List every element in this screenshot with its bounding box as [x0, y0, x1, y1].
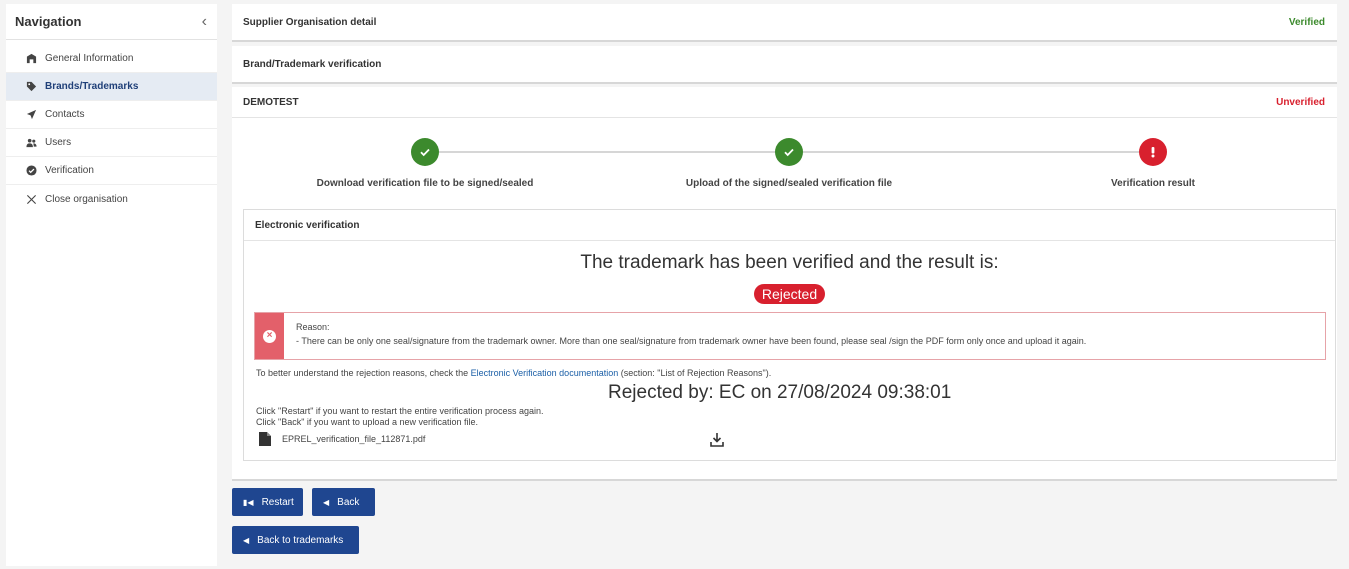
brand-trademark-verification-panel[interactable]: Brand/Trademark verification	[232, 46, 1337, 84]
rejected-by-text: Rejected by: EC on 27/08/2024 09:38:01	[608, 382, 952, 403]
reason-text: - There can be only one seal/signature f…	[296, 336, 1087, 346]
back-label: Back	[337, 496, 360, 508]
panel-header[interactable]: DEMOTEST Unverified	[232, 87, 1337, 118]
help-suffix: (section: "List of Rejection Reasons").	[618, 368, 772, 378]
panel-header[interactable]: Supplier Organisation detail Verified	[232, 4, 1337, 40]
card-title: Electronic verification	[244, 210, 1335, 241]
step-label: Verification result	[1111, 178, 1195, 189]
caret-left-icon: ◀	[323, 497, 330, 507]
result-heading: The trademark has been verified and the …	[580, 252, 999, 273]
sidebar-item-close-organisation[interactable]: Close organisation	[6, 185, 217, 213]
chevron-left-icon[interactable]: ‹	[202, 13, 207, 31]
help-prefix: To better understand the rejection reaso…	[256, 368, 471, 378]
sidebar-item-label: Verification	[45, 165, 94, 176]
error-circle-icon: ×	[263, 329, 276, 343]
documentation-link[interactable]: Electronic Verification documentation	[471, 368, 619, 378]
back-hint: Click "Back" if you want to upload a new…	[256, 417, 478, 427]
reason-title: Reason:	[296, 322, 330, 332]
result-badge-wrap: Rejected	[244, 284, 1335, 304]
panel-title: Brand/Trademark verification	[243, 58, 382, 70]
sidebar-item-users[interactable]: Users	[6, 129, 217, 157]
back-to-trademarks-label: Back to trademarks	[257, 534, 344, 546]
rejection-reason-alert: × Reason: - There can be only one seal/s…	[254, 312, 1326, 360]
tag-icon	[26, 81, 37, 92]
close-icon	[26, 194, 37, 205]
help-text: To better understand the rejection reaso…	[256, 368, 771, 378]
sidebar-item-label: Users	[45, 137, 72, 148]
skip-back-icon: ▮◀	[243, 497, 254, 507]
restart-button[interactable]: ▮◀ Restart	[232, 488, 303, 516]
panel-title: Supplier Organisation detail	[243, 16, 377, 28]
alert-bar: ×	[255, 313, 284, 359]
sidebar-item-label: General Information	[45, 53, 134, 64]
restart-hint: Click "Restart" if you want to restart t…	[256, 406, 544, 416]
check-circle-icon	[26, 165, 37, 176]
file-icon	[259, 432, 271, 446]
step-connector	[803, 151, 1153, 153]
back-button[interactable]: ◀ Back	[312, 488, 375, 516]
demotest-panel: DEMOTEST Unverified Download verificatio…	[232, 87, 1337, 481]
nav-header: Navigation ‹	[6, 4, 217, 40]
sidebar-item-label: Contacts	[45, 109, 85, 120]
nav-title: Navigation	[15, 14, 82, 29]
sidebar-item-verification[interactable]: Verification	[6, 157, 217, 185]
file-name: EPREL_verification_file_112871.pdf	[282, 434, 426, 444]
rejected-badge: Rejected	[753, 284, 826, 304]
electronic-verification-card: Electronic verification The trademark ha…	[243, 209, 1336, 461]
paper-plane-icon	[26, 109, 37, 120]
step-label: Download verification file to be signed/…	[316, 178, 534, 189]
panel-header[interactable]: Brand/Trademark verification	[232, 46, 1337, 82]
supplier-organisation-panel[interactable]: Supplier Organisation detail Verified	[232, 4, 1337, 42]
step-done-check-icon	[775, 138, 803, 166]
step-error-exclamation-icon	[1139, 138, 1167, 166]
verification-stepper: Download verification file to be signed/…	[232, 118, 1337, 198]
caret-left-icon: ◀	[243, 535, 250, 545]
step-connector	[439, 151, 789, 153]
step-done-check-icon	[411, 138, 439, 166]
back-to-trademarks-button[interactable]: ◀ Back to trademarks	[232, 526, 359, 554]
status-badge-verified: Verified	[1288, 16, 1325, 28]
sidebar-item-general-information[interactable]: General Information	[6, 45, 217, 73]
verification-file-row: EPREL_verification_file_112871.pdf	[259, 432, 425, 446]
building-icon	[26, 53, 37, 64]
download-icon[interactable]	[709, 432, 725, 448]
status-badge-unverified: Unverified	[1276, 96, 1325, 108]
nav-list: General Information Brands/Trademarks Co…	[6, 45, 217, 213]
restart-label: Restart	[261, 496, 294, 508]
sidebar-item-label: Brands/Trademarks	[45, 81, 139, 92]
panel-title: DEMOTEST	[243, 96, 299, 108]
sidebar-item-contacts[interactable]: Contacts	[6, 101, 217, 129]
users-icon	[26, 137, 37, 148]
sidebar: Navigation ‹ General Information Brands/…	[6, 4, 217, 566]
main-content: Supplier Organisation detail Verified Br…	[221, 0, 1349, 569]
step-label: Upload of the signed/sealed verification…	[685, 178, 893, 189]
sidebar-item-label: Close organisation	[45, 193, 128, 205]
sidebar-item-brands-trademarks[interactable]: Brands/Trademarks	[6, 73, 217, 101]
